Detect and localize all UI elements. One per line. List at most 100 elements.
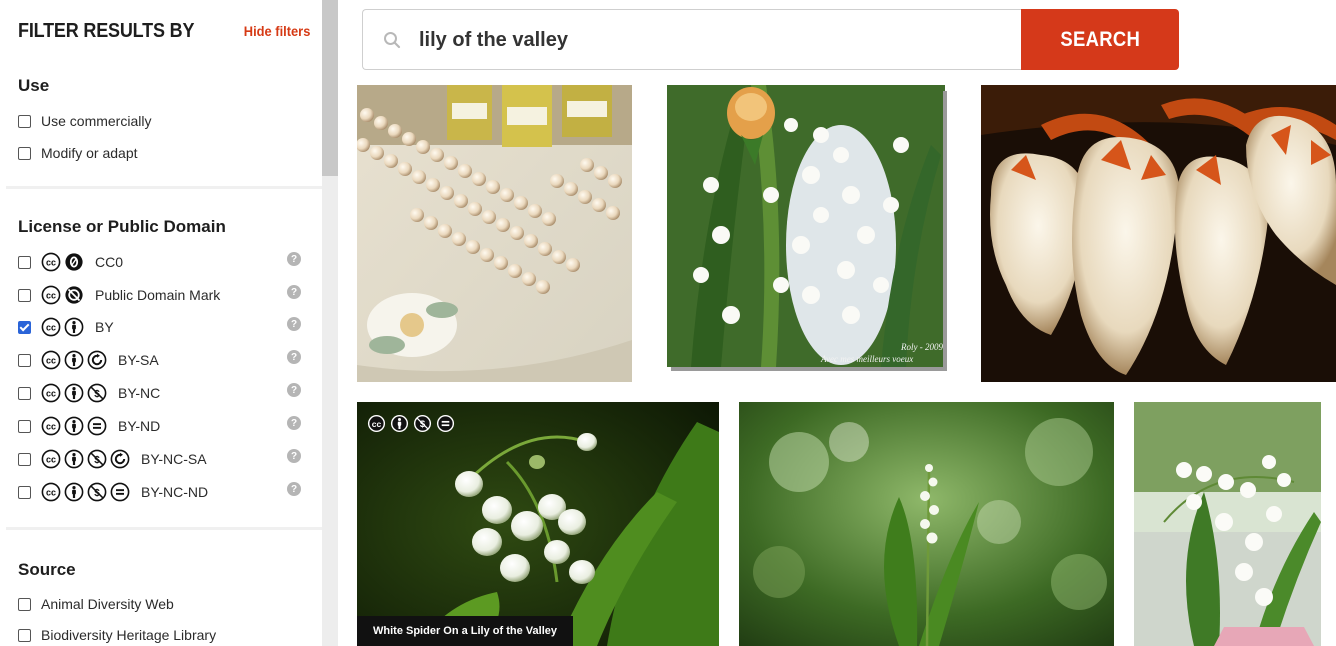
svg-text:Roly - 2009: Roly - 2009 [900, 342, 943, 352]
checkbox[interactable] [18, 597, 31, 611]
license-label: BY-NC-SA [141, 451, 207, 467]
license-filter-by-nc[interactable]: cc $ BY-NC [18, 382, 308, 404]
sidebar-scrollbar[interactable] [322, 0, 338, 646]
cc-icon: cc [41, 252, 61, 272]
svg-text:cc: cc [46, 488, 56, 498]
filter-header: FILTER RESULTS BY Hide filters [18, 20, 314, 46]
help-icon[interactable]: ? [287, 416, 301, 430]
checkbox[interactable] [18, 386, 31, 400]
result-image-2[interactable]: Roly - 2009 Avec mes meilleurs voeux [651, 85, 961, 382]
cc-icon: cc [367, 414, 386, 433]
license-label: Public Domain Mark [95, 287, 221, 303]
nd-icon [87, 416, 107, 436]
license-filter-by[interactable]: cc BY [18, 316, 308, 338]
nc-icon: $ [87, 383, 107, 403]
license-filter-by-sa[interactable]: cc BY-SA [18, 349, 308, 371]
by-icon [64, 383, 84, 403]
svg-text:cc: cc [46, 323, 56, 333]
svg-text:cc: cc [46, 258, 56, 268]
license-icons: cc [41, 285, 87, 305]
filter-title: FILTER RESULTS BY [18, 20, 195, 42]
result-caption: White Spider On a Lily of the Valley [357, 616, 573, 646]
cc-icon: cc [41, 383, 61, 403]
license-filter-by-nc-nd[interactable]: cc $ BY-NC-ND [18, 481, 308, 503]
bell-flowers-closeup-photo [981, 85, 1336, 382]
help-icon[interactable]: ? [287, 252, 301, 266]
help-icon[interactable]: ? [287, 449, 301, 463]
help-icon[interactable]: ? [287, 350, 301, 364]
by-icon [390, 414, 409, 433]
sa-icon [110, 449, 130, 469]
checkbox[interactable] [18, 628, 31, 642]
result-image-5[interactable] [739, 402, 1114, 646]
result-image-3[interactable] [981, 85, 1336, 382]
hide-filters-link[interactable]: Hide filters [243, 23, 310, 39]
checkbox[interactable] [18, 452, 31, 466]
sa-icon [87, 350, 107, 370]
svg-text:Avec mes meilleurs voeux: Avec mes meilleurs voeux [820, 354, 913, 364]
source-animal-diversity-web-checkbox[interactable]: Animal Diversity Web [18, 593, 308, 615]
license-filter-by-nd[interactable]: cc BY-ND [18, 415, 308, 437]
help-icon[interactable]: ? [287, 482, 301, 496]
result-image-4[interactable]: cc $ White Spider On a Lily of the Valle… [357, 402, 719, 646]
zero-icon [65, 253, 83, 271]
help-icon[interactable]: ? [287, 317, 301, 331]
license-label: BY-SA [118, 352, 159, 368]
svg-text:cc: cc [46, 389, 56, 399]
checkbox[interactable] [18, 288, 31, 302]
cc-icon: cc [41, 285, 61, 305]
checkbox[interactable] [18, 485, 31, 499]
lily-bouquet-photo: Roly - 2009 Avec mes meilleurs voeux [651, 85, 961, 382]
license-filter-public-domain-mark[interactable]: cc Public Domain Mark [18, 284, 308, 306]
cc-icon: cc [41, 350, 61, 370]
by-icon [64, 449, 84, 469]
help-icon[interactable]: ? [287, 285, 301, 299]
license-section-title: License or Public Domain [18, 217, 226, 236]
cc-icon: cc [41, 482, 61, 502]
search-button[interactable]: SEARCH [1021, 9, 1179, 70]
license-icons: cc [41, 317, 87, 337]
filter-sidebar: FILTER RESULTS BY Hide filters Use Use c… [0, 0, 322, 646]
by-icon [64, 482, 84, 502]
checkbox[interactable] [18, 114, 31, 128]
result-image-6[interactable] [1134, 402, 1321, 646]
checkbox[interactable] [18, 320, 31, 334]
checkbox[interactable] [18, 353, 31, 367]
source-section-title: Source [18, 560, 76, 579]
license-label: BY-NC [118, 385, 161, 401]
no-copyright-icon [65, 286, 83, 304]
scrollbar-thumb[interactable] [322, 0, 338, 176]
cc-icon: cc [41, 416, 61, 436]
help-icon[interactable]: ? [287, 383, 301, 397]
nd-icon [436, 414, 455, 433]
modify-or-adapt-checkbox[interactable]: Modify or adapt [18, 142, 308, 164]
license-icons: cc $ [41, 482, 133, 502]
license-icons: cc [41, 350, 110, 370]
svg-text:cc: cc [46, 455, 56, 465]
pearls-and-perfume-photo [357, 85, 632, 382]
license-filter-by-nc-sa[interactable]: cc $ BY-NC-SA [18, 448, 308, 470]
result-image-1[interactable] [357, 85, 632, 382]
by-icon [64, 350, 84, 370]
checkbox[interactable] [18, 419, 31, 433]
section-divider [6, 186, 322, 189]
nc-icon: $ [87, 449, 107, 469]
license-filter-cc0[interactable]: cc CC0 [18, 251, 308, 273]
checkbox[interactable] [18, 146, 31, 160]
svg-text:cc: cc [46, 291, 56, 301]
license-icons: cc $ [41, 383, 110, 403]
checkbox-label: Animal Diversity Web [41, 596, 174, 612]
search-button-label: SEARCH [1060, 27, 1140, 51]
checkbox[interactable] [18, 255, 31, 269]
search-input[interactable] [419, 24, 999, 56]
license-icons: cc [41, 416, 110, 436]
svg-text:cc: cc [372, 419, 382, 429]
license-label: BY [95, 319, 114, 335]
checkbox-label: Use commercially [41, 113, 152, 129]
license-label: BY-NC-ND [141, 484, 209, 500]
search-bar [362, 9, 1022, 70]
svg-text:cc: cc [46, 422, 56, 432]
source-biodiversity-heritage-library-checkbox[interactable]: Biodiversity Heritage Library [18, 624, 308, 646]
use-commercially-checkbox[interactable]: Use commercially [18, 110, 308, 132]
license-label: CC0 [95, 254, 124, 270]
